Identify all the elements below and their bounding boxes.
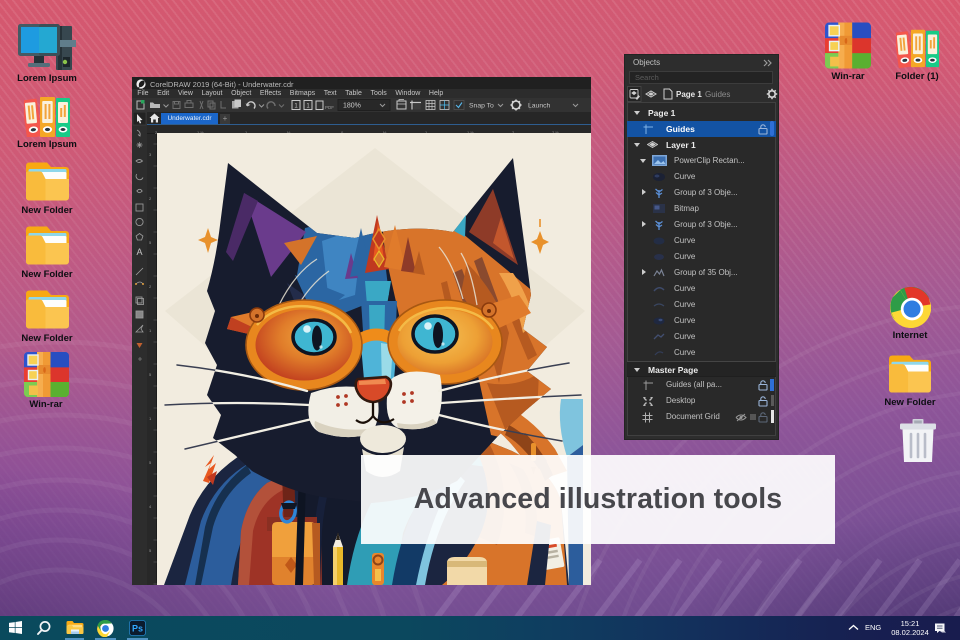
svg-text:3: 3: [149, 152, 152, 157]
svg-text:1: 1: [149, 328, 152, 333]
svg-text:5: 5: [149, 548, 152, 553]
svg-text:Launch: Launch: [528, 103, 551, 110]
svg-text:PDF: PDF: [325, 105, 334, 110]
svg-text:1: 1: [294, 104, 298, 110]
svg-text:5: 5: [149, 372, 152, 377]
svg-text:Ps: Ps: [132, 624, 143, 634]
svg-text:Page 1: Page 1: [676, 90, 702, 99]
svg-text:4: 4: [149, 504, 152, 509]
svg-text:180%: 180%: [343, 103, 361, 110]
svg-text:5: 5: [149, 460, 152, 465]
svg-text:2: 2: [149, 284, 152, 289]
svg-text:Snap To: Snap To: [469, 103, 494, 110]
svg-text:2: 2: [149, 196, 152, 201]
svg-text:A: A: [136, 247, 142, 257]
svg-text:1: 1: [306, 104, 310, 110]
svg-text:5: 5: [149, 240, 152, 245]
svg-text:Guides: Guides: [705, 90, 730, 99]
svg-text:1: 1: [149, 416, 152, 421]
